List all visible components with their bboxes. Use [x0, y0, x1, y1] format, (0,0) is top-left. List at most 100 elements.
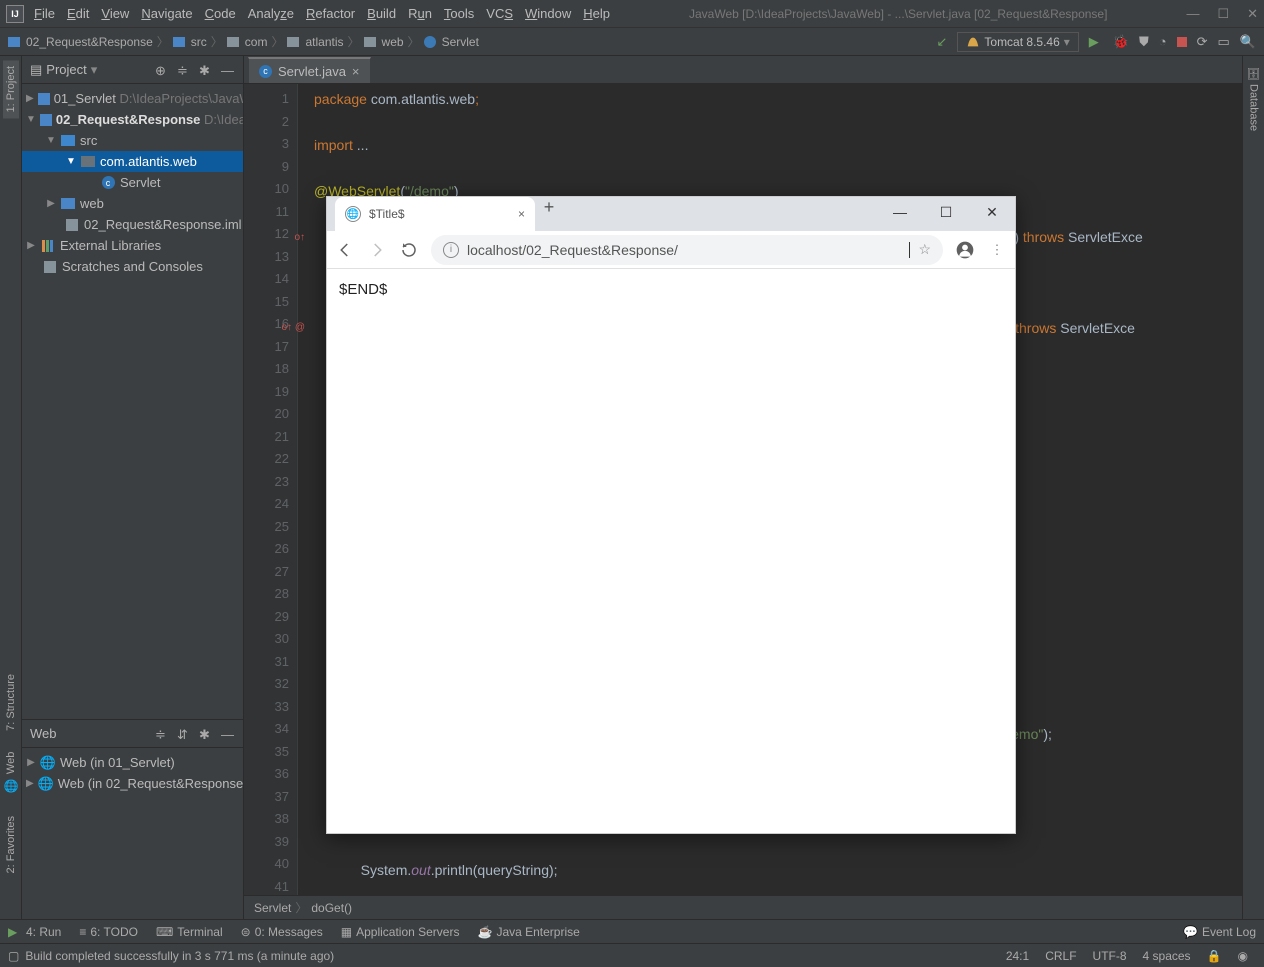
tab-close-button[interactable]: ×: [352, 64, 360, 79]
tree-node-package[interactable]: ▼ com.atlantis.web: [22, 151, 243, 172]
crumb-class[interactable]: Servlet: [254, 901, 291, 915]
crumb-module[interactable]: 02_Request&Response: [26, 35, 153, 49]
browser-menu-button[interactable]: ⋮: [987, 240, 1007, 260]
status-line-sep[interactable]: CRLF: [1037, 949, 1084, 963]
editor-gutter[interactable]: 1 2 3 9 10 11 12 13 14 15 16 17 18 19 20…: [244, 84, 298, 895]
minimize-button[interactable]: —: [1186, 6, 1199, 22]
crumb-atlantis[interactable]: atlantis: [305, 35, 343, 49]
right-tool-strip: 🗄Database: [1242, 56, 1264, 919]
tree-node-web[interactable]: ▶ web: [22, 193, 243, 214]
tool-terminal[interactable]: ⌨Terminal: [156, 925, 223, 939]
locate-icon[interactable]: ⊕: [155, 63, 169, 77]
browser-back-button[interactable]: [335, 240, 355, 260]
settings-icon[interactable]: ✱: [199, 63, 213, 77]
editor-tab-servlet[interactable]: c Servlet.java ×: [248, 57, 371, 83]
window-title: JavaWeb [D:\IdeaProjects\JavaWeb] - ...\…: [610, 7, 1186, 21]
tool-todo[interactable]: ≡6: TODO: [79, 925, 138, 939]
panel-title[interactable]: Project: [46, 62, 86, 77]
tool-run[interactable]: ▶4: Run: [8, 925, 61, 939]
tree-node-01servlet[interactable]: ▶ 01_Servlet D:\IdeaProjects\JavaW: [22, 88, 243, 109]
tree-node-02request[interactable]: ▼ 02_Request&Response D:\Ideal: [22, 109, 243, 130]
browser-close[interactable]: ✕: [969, 197, 1015, 227]
build-icon[interactable]: ↙: [936, 34, 947, 50]
tool-java-ee[interactable]: ☕Java Enterprise: [477, 925, 579, 939]
run-button[interactable]: ▶: [1089, 34, 1103, 50]
hide-icon[interactable]: —: [221, 727, 235, 741]
bookmark-icon[interactable]: ☆: [918, 241, 931, 258]
tool-tab-favorites[interactable]: 2: Favorites: [3, 810, 19, 879]
tool-tab-structure[interactable]: 7: Structure: [3, 668, 19, 737]
tool-app-servers[interactable]: ▦Application Servers: [341, 925, 460, 939]
maximize-button[interactable]: ☐: [1217, 6, 1229, 22]
tool-event-log[interactable]: 💬Event Log: [1183, 925, 1256, 939]
tree-node-external-libs[interactable]: ▶ External Libraries: [22, 235, 243, 256]
status-bar: ▢ Build completed successfully in 3 s 77…: [0, 943, 1264, 967]
crumb-web[interactable]: web: [382, 35, 404, 49]
crumb-com[interactable]: com: [245, 35, 268, 49]
run-config-selector[interactable]: Tomcat 8.5.46 ▾: [957, 32, 1078, 52]
menu-edit[interactable]: Edit: [67, 6, 89, 21]
site-info-icon[interactable]: i: [443, 242, 459, 258]
menu-tools[interactable]: Tools: [444, 6, 474, 21]
search-everywhere-button[interactable]: 🔍: [1240, 34, 1256, 50]
browser-tab-close[interactable]: ×: [518, 207, 525, 221]
crumb-src[interactable]: src: [191, 35, 207, 49]
menu-analyze[interactable]: Analyze: [248, 6, 294, 21]
browser-address-bar[interactable]: i localhost/02_Request&Response/ ☆: [431, 235, 943, 265]
layout-button[interactable]: ▭: [1218, 34, 1230, 50]
hide-icon[interactable]: —: [221, 63, 235, 77]
browser-page-content: $END$: [327, 269, 1015, 833]
web-item-01[interactable]: ▶🌐 Web (in 01_Servlet): [22, 752, 243, 773]
browser-maximize[interactable]: ☐: [923, 197, 969, 227]
tree-node-iml[interactable]: 02_Request&Response.iml: [22, 214, 243, 235]
browser-reload-button[interactable]: [399, 240, 419, 260]
settings-icon[interactable]: ✱: [199, 727, 213, 741]
new-tab-button[interactable]: +: [535, 197, 563, 218]
menu-file[interactable]: File: [34, 6, 55, 21]
profile-button[interactable]: ◔: [1159, 34, 1167, 49]
status-indent[interactable]: 4 spaces: [1135, 949, 1199, 963]
stop-button[interactable]: [1177, 37, 1187, 47]
update-button[interactable]: ⟳: [1197, 34, 1208, 50]
tree-node-scratches[interactable]: Scratches and Consoles: [22, 256, 243, 277]
crumb-method[interactable]: doGet(): [311, 901, 352, 915]
menu-code[interactable]: Code: [205, 6, 236, 21]
tree-node-src[interactable]: ▼ src: [22, 130, 243, 151]
web-item-02[interactable]: ▶🌐 Web (in 02_Request&Response): [22, 773, 243, 794]
status-toggle-icon[interactable]: ▢: [8, 949, 19, 963]
tool-messages[interactable]: ⊜0: Messages: [241, 925, 323, 939]
menu-run[interactable]: Run: [408, 6, 432, 21]
status-caret-pos[interactable]: 24:1: [998, 949, 1037, 963]
browser-window: 🌐 $Title$ × + — ☐ ✕ i localhost/02_Reque…: [326, 196, 1016, 834]
tool-tab-project[interactable]: 1: Project: [3, 60, 19, 118]
status-lock-icon[interactable]: 🔒: [1199, 949, 1230, 963]
crumb-class[interactable]: Servlet: [442, 35, 479, 49]
menu-refactor[interactable]: Refactor: [306, 6, 355, 21]
menu-build[interactable]: Build: [367, 6, 396, 21]
folder-icon: [227, 37, 239, 47]
class-icon: [424, 36, 436, 48]
tree-node-servlet[interactable]: c Servlet: [22, 172, 243, 193]
menu-window[interactable]: Window: [525, 6, 571, 21]
menu-help[interactable]: Help: [583, 6, 610, 21]
expand-icon[interactable]: ⇵: [177, 727, 191, 741]
debug-button[interactable]: 🐞: [1113, 34, 1129, 50]
close-button[interactable]: ✕: [1247, 6, 1258, 22]
collapse-icon[interactable]: ≑: [177, 63, 191, 77]
status-encoding[interactable]: UTF-8: [1085, 949, 1135, 963]
browser-minimize[interactable]: —: [877, 197, 923, 227]
web-panel: Web ≑ ⇵ ✱ — ▶🌐 Web (in 01_Servlet) ▶🌐 We…: [22, 719, 243, 919]
browser-forward-button[interactable]: [367, 240, 387, 260]
tomcat-icon: [966, 35, 980, 49]
coverage-button[interactable]: ⛊: [1139, 34, 1149, 50]
browser-profile-button[interactable]: [955, 240, 975, 260]
menu-vcs[interactable]: VCS: [486, 6, 513, 21]
status-inspector-icon[interactable]: ◉: [1230, 949, 1256, 963]
tool-tab-database[interactable]: 🗄Database: [1245, 60, 1262, 137]
menu-navigate[interactable]: Navigate: [141, 6, 192, 21]
folder-icon: [287, 37, 299, 47]
tool-tab-web[interactable]: 🌐Web: [2, 746, 20, 799]
browser-tab[interactable]: 🌐 $Title$ ×: [335, 197, 535, 231]
collapse-icon[interactable]: ≑: [155, 727, 169, 741]
menu-view[interactable]: View: [101, 6, 129, 21]
